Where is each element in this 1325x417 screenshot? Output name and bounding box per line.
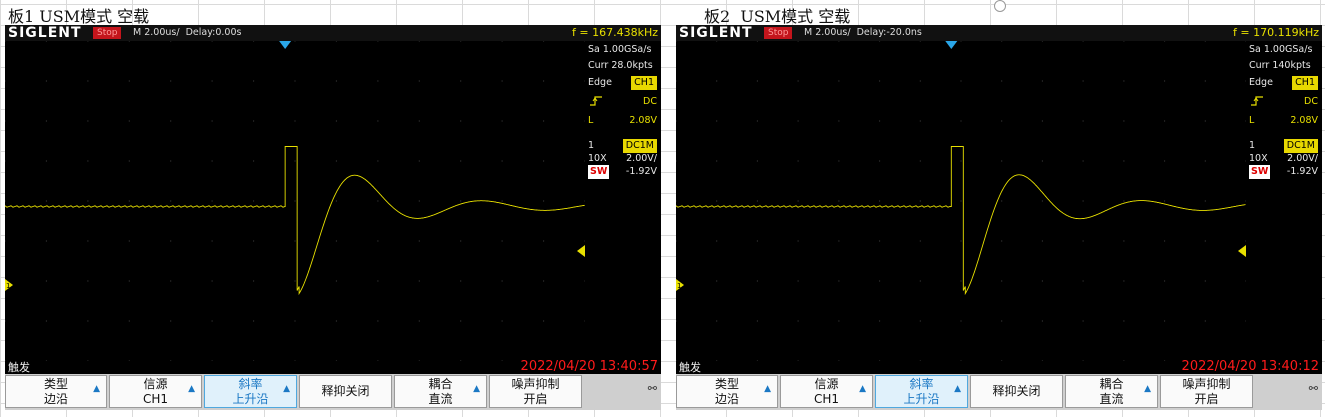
waveform-display: 1 — [676, 41, 1246, 361]
softkey-holdoff[interactable]: 释抑关闭 — [970, 375, 1063, 408]
trigger-level: 2.08V — [629, 115, 657, 126]
softkey-menu-bar: 类型 边沿 ▲ 信源 CH1 ▲ 斜率 上升沿 ▲ 释抑关闭 耦合 直流 ▲ 噪声抑制 开启 ⚯ — [5, 374, 661, 410]
softkey-value: 边沿 — [43, 392, 68, 406]
softkey-value: 上升沿 — [903, 392, 940, 406]
svg-text:1: 1 — [6, 282, 10, 290]
channel-coupling-badge: DC1M — [622, 139, 657, 153]
frequency-readout: f = 167.438kHz — [572, 26, 658, 39]
run-status-badge: Stop — [93, 27, 122, 39]
softkey-value: 开启 — [1194, 392, 1219, 406]
softkey-value: 上升沿 — [232, 392, 269, 406]
trigger-position-marker — [279, 41, 292, 49]
softkey-coupling[interactable]: 耦合 直流 ▲ — [394, 375, 487, 408]
softkey-label: 类型 — [714, 377, 739, 391]
date-time: 2022/04/20 13:40:12 — [1181, 359, 1319, 374]
timebase-readout: M 2.00us/ Delay:-20.0ns — [804, 27, 922, 38]
sw-badge: SW — [588, 165, 610, 179]
rising-edge-icon — [1249, 95, 1265, 112]
channel-number: 1 — [588, 140, 595, 151]
probe-ratio: 10X — [588, 153, 607, 164]
trigger-menu-title: 触发 — [679, 361, 701, 374]
oscilloscope-screenshot-2: SIGLENT Stop M 2.00us/ Delay:-20.0ns f =… — [676, 25, 1322, 410]
sw-badge: SW — [1249, 165, 1271, 179]
softkey-value: CH1 — [813, 392, 840, 406]
softkey-coupling[interactable]: 耦合 直流 ▲ — [1065, 375, 1158, 408]
siglent-logo: SIGLENT — [679, 25, 753, 41]
softkey-source[interactable]: 信源 CH1 ▲ — [109, 375, 202, 408]
level-label: L — [588, 115, 594, 126]
trigger-level: 2.08V — [1290, 115, 1318, 126]
trigger-coupling: DC — [643, 96, 657, 107]
ch1-waveform-trace — [5, 146, 585, 296]
arrow-icon: ▲ — [764, 384, 771, 394]
softkey-label: 噪声抑制 — [1182, 377, 1231, 391]
ch1-waveform-trace — [676, 146, 1246, 296]
softkey-holdoff[interactable]: 释抑关闭 — [299, 375, 392, 408]
channel-number: 1 — [1249, 140, 1256, 151]
trigger-source-badge: CH1 — [631, 76, 657, 90]
softkey-source[interactable]: 信源 CH1 ▲ — [780, 375, 873, 408]
softkey-menu-bar: 类型 边沿 ▲ 信源 CH1 ▲ 斜率 上升沿 ▲ 释抑关闭 耦合 直流 ▲ 噪声抑制 开启 ⚯ — [676, 374, 1322, 410]
softkey-value: 开启 — [523, 392, 548, 406]
sample-rate: Sa 1.00GSa/s — [1249, 44, 1313, 55]
current-points: Curr 28.0kpts — [588, 60, 653, 71]
softkey-value: 直流 — [1099, 392, 1124, 406]
arrow-icon: ▲ — [473, 384, 480, 394]
trigger-position-marker — [945, 41, 958, 49]
usb-icon: ⚯ — [1308, 382, 1318, 395]
softkey-label: 噪声抑制 — [511, 377, 560, 391]
softkey-slope[interactable]: 斜率 上升沿 ▲ — [204, 375, 297, 408]
softkey-label: 释抑关闭 — [321, 384, 370, 398]
arrow-icon: ▲ — [93, 384, 100, 394]
current-points: Curr 140kpts — [1249, 60, 1311, 71]
scope-side-panel: Sa 1.00GSa/s Curr 140kpts Edge CH1 DC L 2.… — [1246, 41, 1322, 361]
scope-topbar: SIGLENT Stop M 2.00us/ Delay:0.00s f = 1… — [5, 25, 661, 41]
channel-offset: -1.92V — [1286, 166, 1318, 177]
softkey-type[interactable]: 类型 边沿 ▲ — [676, 375, 778, 408]
rising-edge-icon — [588, 95, 604, 112]
scope-side-panel: Sa 1.00GSa/s Curr 28.0kpts Edge CH1 DC L 2… — [585, 41, 661, 361]
volts-per-div: 2.00V/ — [1287, 153, 1318, 164]
softkey-label: 类型 — [43, 377, 68, 391]
arrow-icon: ▲ — [859, 384, 866, 394]
date-time: 2022/04/20 13:40:57 — [520, 359, 658, 374]
arrow-icon: ▲ — [1144, 384, 1151, 394]
arrow-icon: ▲ — [954, 384, 961, 394]
trigger-menu-title: 触发 — [8, 361, 30, 374]
softkey-value: 边沿 — [714, 392, 739, 406]
channel-coupling-badge: DC1M — [1283, 139, 1318, 153]
softkey-noise-reject[interactable]: 噪声抑制 开启 — [1160, 375, 1253, 408]
sheet-title-board2: 板2 USM模式 空载 — [704, 7, 851, 26]
run-status-badge: Stop — [764, 27, 793, 39]
level-label: L — [1249, 115, 1255, 126]
probe-ratio: 10X — [1249, 153, 1268, 164]
timebase-readout: M 2.00us/ Delay:0.00s — [133, 27, 242, 38]
softkey-slope[interactable]: 斜率 上升沿 ▲ — [875, 375, 968, 408]
softkey-noise-reject[interactable]: 噪声抑制 开启 — [489, 375, 582, 408]
oscilloscope-screenshot-1: SIGLENT Stop M 2.00us/ Delay:0.00s f = 1… — [5, 25, 661, 410]
trigger-type: Edge — [1249, 77, 1273, 88]
sheet-title-board1: 板1 USM模式 空载 — [8, 7, 150, 26]
waveform-display: 1 — [5, 41, 585, 361]
rotate-handle-icon[interactable] — [994, 0, 1006, 12]
trigger-source-badge: CH1 — [1292, 76, 1318, 90]
softkey-type[interactable]: 类型 边沿 ▲ — [5, 375, 107, 408]
frequency-readout: f = 170.119kHz — [1233, 26, 1319, 39]
siglent-logo: SIGLENT — [8, 25, 82, 41]
trigger-coupling: DC — [1304, 96, 1318, 107]
sample-rate: Sa 1.00GSa/s — [588, 44, 652, 55]
scope-topbar: SIGLENT Stop M 2.00us/ Delay:-20.0ns f =… — [676, 25, 1322, 41]
softkey-value: CH1 — [142, 392, 169, 406]
trigger-type: Edge — [588, 77, 612, 88]
trigger-level-marker — [1238, 245, 1246, 257]
softkey-label: 释抑关闭 — [992, 384, 1041, 398]
softkey-value: 直流 — [428, 392, 453, 406]
arrow-icon: ▲ — [188, 384, 195, 394]
usb-icon: ⚯ — [647, 382, 657, 395]
volts-per-div: 2.00V/ — [626, 153, 657, 164]
trigger-level-marker — [577, 245, 585, 257]
channel-offset: -1.92V — [625, 166, 657, 177]
svg-text:1: 1 — [677, 282, 681, 290]
arrow-icon: ▲ — [283, 384, 290, 394]
